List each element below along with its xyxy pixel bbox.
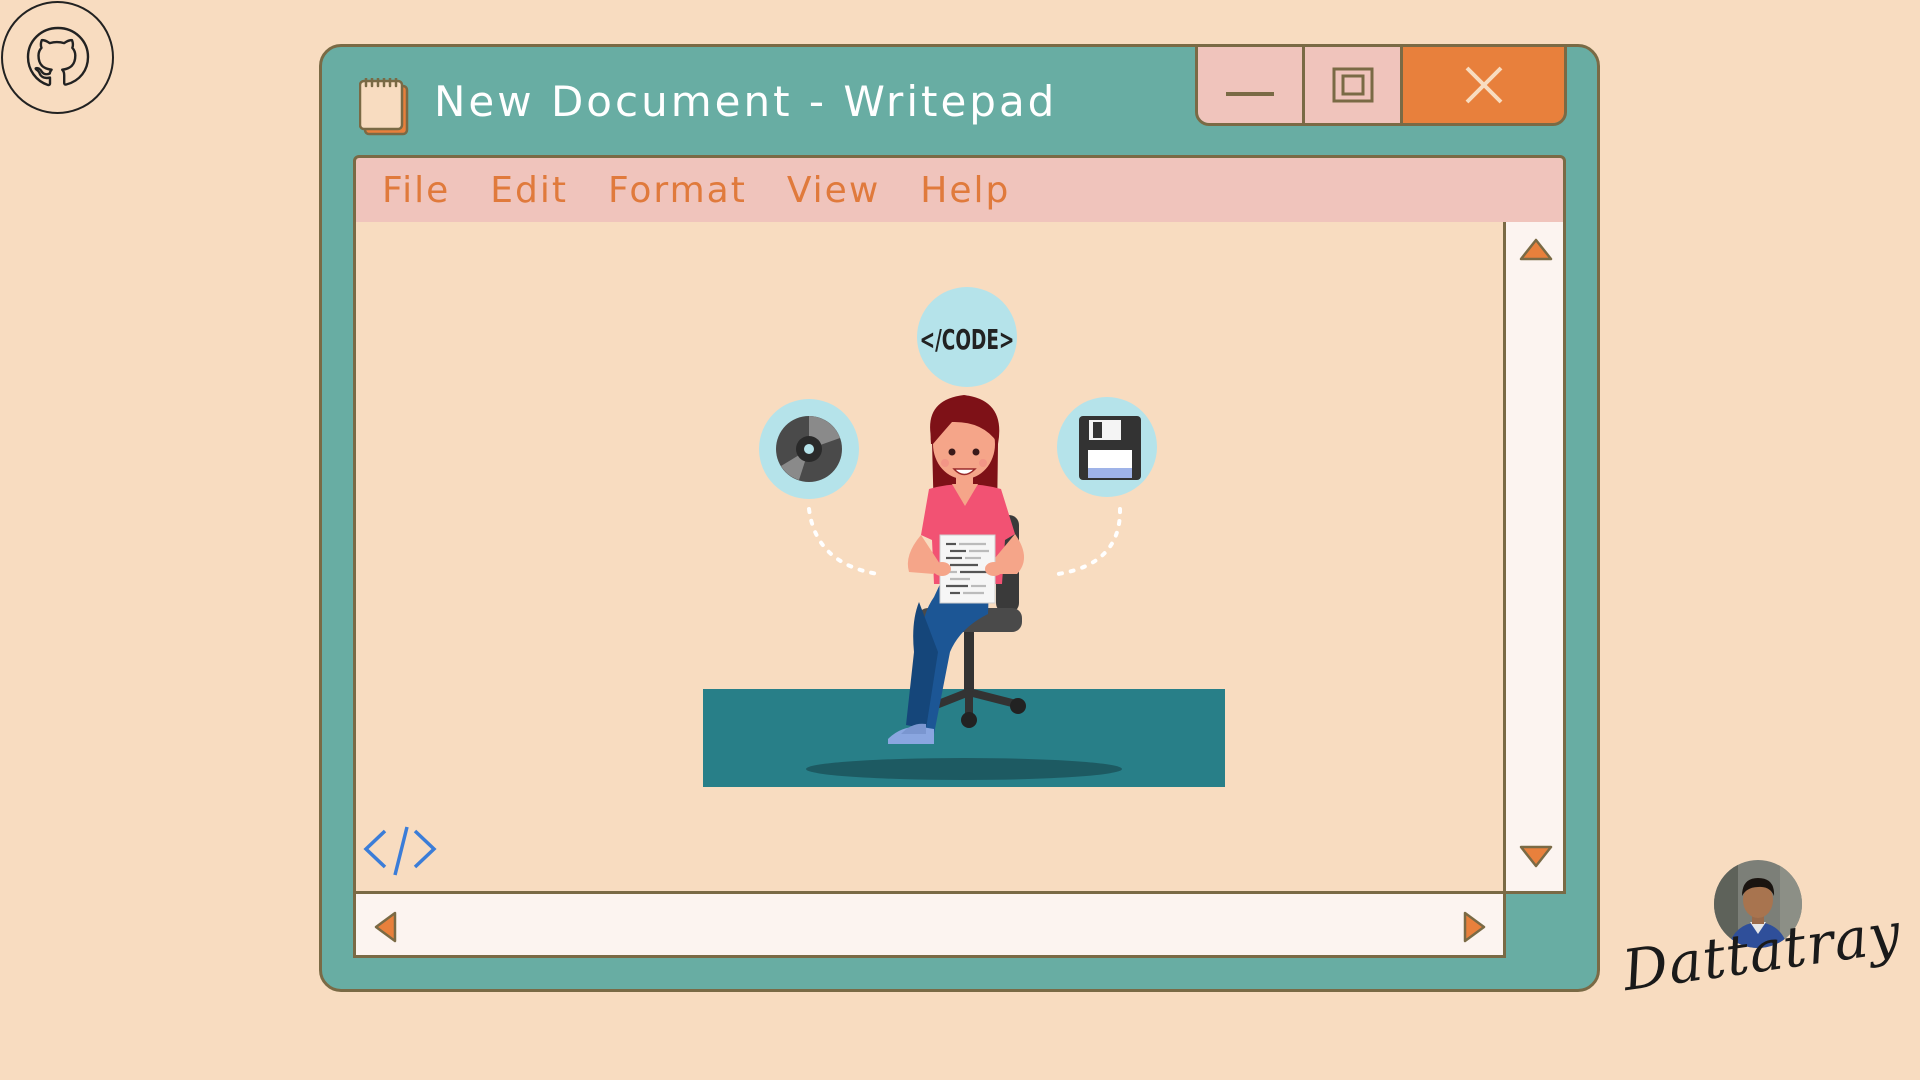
github-link[interactable] bbox=[1, 1, 114, 114]
vertical-scrollbar[interactable] bbox=[1503, 222, 1566, 894]
menu-edit[interactable]: Edit bbox=[490, 170, 568, 211]
code-badge-label: </CODE> bbox=[920, 323, 1015, 356]
developer-illustration: </CODE> bbox=[703, 287, 1225, 787]
close-button[interactable] bbox=[1403, 47, 1564, 123]
minimize-icon bbox=[1226, 92, 1274, 96]
github-icon bbox=[26, 26, 89, 86]
menu-file[interactable]: File bbox=[382, 170, 450, 211]
menu-format[interactable]: Format bbox=[608, 170, 747, 211]
scroll-down-arrow-icon[interactable] bbox=[1518, 844, 1554, 870]
window-controls bbox=[1195, 44, 1567, 126]
floppy-disk-icon bbox=[1079, 416, 1141, 480]
scroll-right-arrow-icon[interactable] bbox=[1462, 910, 1488, 944]
notepad-icon bbox=[359, 78, 409, 136]
app-window: New Document - Writepad File Edit Format… bbox=[319, 44, 1600, 992]
document-area[interactable]: </CODE> bbox=[353, 222, 1506, 894]
disc-icon bbox=[776, 416, 842, 482]
code-tag-icon bbox=[363, 826, 437, 876]
horizontal-scrollbar[interactable] bbox=[353, 891, 1506, 958]
maximize-icon bbox=[1332, 67, 1373, 103]
window-title: New Document - Writepad bbox=[434, 77, 1058, 126]
close-icon bbox=[1465, 66, 1502, 104]
floor-shadow bbox=[806, 758, 1122, 780]
maximize-button[interactable] bbox=[1305, 47, 1403, 123]
minimize-button[interactable] bbox=[1198, 47, 1305, 123]
scroll-left-arrow-icon[interactable] bbox=[372, 910, 398, 944]
menu-bar: File Edit Format View Help bbox=[353, 155, 1566, 225]
menu-help[interactable]: Help bbox=[920, 170, 1010, 211]
menu-view[interactable]: View bbox=[787, 170, 880, 211]
scroll-up-arrow-icon[interactable] bbox=[1518, 236, 1554, 262]
